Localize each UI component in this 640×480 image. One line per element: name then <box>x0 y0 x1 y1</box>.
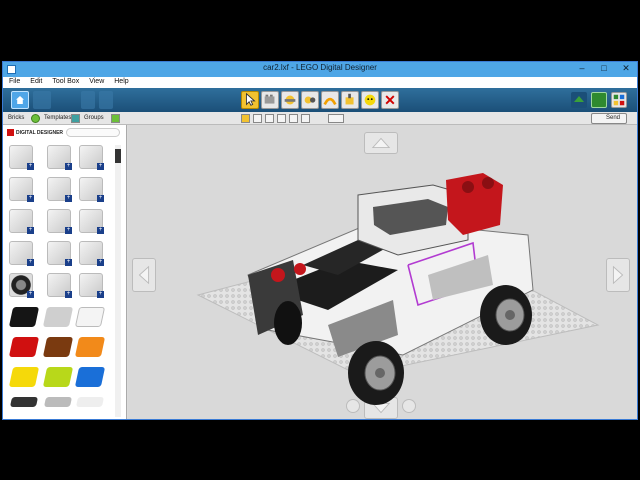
brick-item[interactable]: + <box>47 145 72 170</box>
hinge-tool-icon[interactable] <box>281 91 299 109</box>
color-swatch-partial[interactable] <box>9 397 39 407</box>
3d-viewport[interactable] <box>128 125 637 419</box>
send-label: Send <box>605 115 620 121</box>
brick-item[interactable]: + <box>79 273 104 298</box>
flex-tool-icon[interactable] <box>321 91 339 109</box>
send-button[interactable]: Send <box>591 113 627 124</box>
menu-file[interactable]: File <box>3 77 24 85</box>
build-guide-icon[interactable] <box>611 92 627 108</box>
view-mode-4-icon[interactable] <box>277 114 286 123</box>
hinge-align-tool-icon[interactable] <box>301 91 319 109</box>
pin-icon[interactable] <box>328 114 344 123</box>
hide-tool-icon[interactable] <box>361 91 379 109</box>
view-mode-5-icon[interactable] <box>289 114 298 123</box>
redo-button[interactable] <box>99 91 113 109</box>
mode-button[interactable] <box>33 91 51 109</box>
secondary-toolbar: Bricks Templates Groups Send <box>3 112 637 125</box>
scrollbar-thumb[interactable] <box>115 149 121 163</box>
lego-logo-icon <box>7 129 14 136</box>
brick-item[interactable]: + <box>9 145 34 170</box>
view-mode-1-icon[interactable] <box>241 114 250 123</box>
delete-tool-icon[interactable]: ✕ <box>381 91 399 109</box>
color-swatch-partial[interactable] <box>75 397 105 407</box>
color-swatch-partial[interactable] <box>43 397 73 407</box>
clone-tool-icon[interactable] <box>261 91 279 109</box>
brick-item[interactable]: + <box>47 209 72 234</box>
brick-item[interactable]: + <box>79 145 104 170</box>
lego-car-model[interactable] <box>247 173 534 405</box>
brick-item[interactable]: + <box>47 177 72 202</box>
color-swatch-blue[interactable] <box>74 367 106 387</box>
menu-bar: File Edit Tool Box View Help <box>3 77 637 88</box>
front-right-wheel <box>274 301 302 345</box>
minimize-button[interactable]: – <box>571 62 593 76</box>
view-mode-2-icon[interactable] <box>253 114 262 123</box>
camera-icon[interactable] <box>571 92 587 108</box>
palette-search-input[interactable] <box>66 128 120 137</box>
brick-item[interactable]: + <box>47 273 72 298</box>
color-swatch-red[interactable] <box>8 337 40 357</box>
title-bar[interactable]: car2.lxf - LEGO Digital Designer – □ ✕ <box>3 62 637 77</box>
menu-view[interactable]: View <box>83 77 108 85</box>
palette-header: DIGITAL DESIGNER <box>7 129 63 136</box>
scene-svg <box>196 173 600 405</box>
groups-icon <box>71 114 80 123</box>
paint-tool-icon[interactable] <box>341 91 359 109</box>
select-tool-icon[interactable] <box>241 91 259 109</box>
color-swatch-brown[interactable] <box>42 337 74 357</box>
app-window: car2.lxf - LEGO Digital Designer – □ ✕ F… <box>2 61 638 420</box>
menu-toolbox[interactable]: Tool Box <box>46 77 83 85</box>
menu-help[interactable]: Help <box>108 77 132 85</box>
rear-right-wheel <box>480 285 532 345</box>
color-swatch-black[interactable] <box>8 307 40 327</box>
color-swatch-orange[interactable] <box>74 337 106 357</box>
color-swatch-gray[interactable] <box>42 307 74 327</box>
color-swatch-lime[interactable] <box>42 367 74 387</box>
window-title: car2.lxf - LEGO Digital Designer <box>263 63 377 72</box>
undo-button[interactable] <box>81 91 95 109</box>
brick-item[interactable]: + <box>79 241 104 266</box>
brick-item[interactable]: + <box>9 241 34 266</box>
maximize-button[interactable]: □ <box>593 62 615 76</box>
brick-item[interactable]: + <box>9 177 34 202</box>
screen: car2.lxf - LEGO Digital Designer – □ ✕ F… <box>0 0 640 480</box>
tire-item[interactable]: + <box>9 273 34 298</box>
home-button[interactable] <box>11 91 29 109</box>
brick-item[interactable]: + <box>9 209 34 234</box>
palette-header-label: DIGITAL DESIGNER <box>16 129 64 136</box>
brick-item[interactable]: + <box>47 241 72 266</box>
templates-icon <box>31 114 40 123</box>
close-button[interactable]: ✕ <box>615 62 637 76</box>
brick-item[interactable]: + <box>79 209 104 234</box>
main-toolbar: ✕ <box>3 88 637 112</box>
green-cube-icon[interactable] <box>591 92 607 108</box>
front-left-wheel <box>348 341 404 405</box>
tab-bricks[interactable]: Bricks <box>8 115 24 121</box>
filter-icon[interactable] <box>111 114 120 123</box>
tab-groups[interactable]: Groups <box>84 115 104 121</box>
menu-edit[interactable]: Edit <box>24 77 46 85</box>
view-mode-6-icon[interactable] <box>301 114 310 123</box>
color-swatch-yellow[interactable] <box>8 367 40 387</box>
brick-item[interactable]: + <box>79 177 104 202</box>
view-mode-3-icon[interactable] <box>265 114 274 123</box>
palette-scrollbar[interactable] <box>115 145 121 417</box>
color-swatch-white[interactable] <box>74 307 106 327</box>
brick-palette: DIGITAL DESIGNER + + + + + + + + + + + +… <box>3 125 127 419</box>
tab-templates[interactable]: Templates <box>44 115 71 121</box>
